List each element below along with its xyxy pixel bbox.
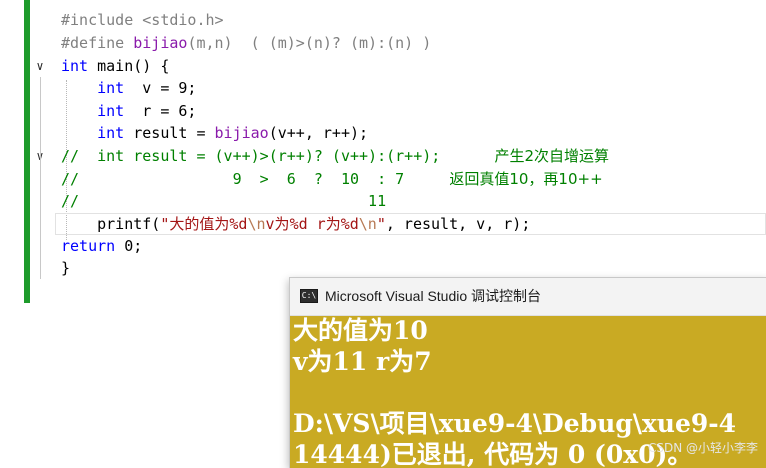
code-token: 为 — [325, 215, 341, 233]
code-line-11[interactable]: return 0; — [61, 235, 142, 257]
fold-range-line — [40, 167, 41, 207]
code-token: bijiao — [214, 124, 269, 142]
code-line-5[interactable]: int r = 6; — [61, 100, 196, 122]
code-token: int — [61, 102, 125, 120]
code-token: main() { — [88, 57, 170, 75]
code-line-2[interactable]: #define bijiao(m,n) ( (m)>(n)? (m):(n) ) — [61, 32, 431, 54]
code-token: int — [61, 79, 125, 97]
code-line-6[interactable]: int result = bijiao(v++, r++); — [61, 122, 368, 144]
code-token: 大的值为 — [169, 215, 230, 233]
code-token: %d — [229, 215, 248, 233]
code-token: int — [61, 124, 125, 142]
code-line-7[interactable]: // int result = (v++)>(r++)? (v++):(r++)… — [61, 145, 609, 167]
code-token: // 9 > 6 ? 10 : 7 — [61, 170, 450, 188]
console-app-icon: C:\ — [300, 289, 318, 303]
code-token: #define — [61, 34, 134, 52]
code-token: 为 — [274, 215, 290, 233]
code-token: 0; — [115, 237, 143, 255]
console-title: Microsoft Visual Studio 调试控制台 — [325, 288, 542, 304]
code-token: " — [376, 215, 386, 233]
code-token: \n — [358, 215, 377, 233]
code-token: v — [265, 215, 275, 233]
change-indicator-bar — [24, 0, 30, 303]
code-line-1[interactable]: #include <stdio.h> — [61, 9, 224, 31]
code-line-8[interactable]: // 9 > 6 ? 10 : 7 返回真值10，再10++ — [61, 168, 603, 190]
code-line-10[interactable]: printf("大的值为%d\nv为%d r为%d\n", result, v,… — [61, 213, 530, 235]
console-line: 大的值为10 — [293, 316, 428, 345]
code-line-9[interactable]: // 11 — [61, 190, 386, 212]
code-token: return — [61, 237, 116, 255]
code-token: %d r — [289, 215, 326, 233]
fold-chevron-icon[interactable]: ∨ — [32, 58, 48, 74]
code-line-12[interactable]: } — [61, 257, 70, 279]
code-token: (v++, r++); — [268, 124, 369, 142]
code-line-4[interactable]: int v = 9; — [61, 77, 196, 99]
code-token: (m,n) ( (m)>(n)? (m):(n) ) — [187, 34, 432, 52]
code-token: %d — [340, 215, 359, 233]
console-line: v为11 r为7 — [293, 347, 432, 376]
code-token: printf( — [61, 215, 161, 233]
code-token: 返回真值10，再10++ — [449, 170, 603, 188]
code-token: \n — [247, 215, 266, 233]
console-line: D:\VS\项目\xue9-4\Debug\xue9-4 — [293, 409, 737, 438]
console-titlebar[interactable]: C:\ Microsoft Visual Studio 调试控制台 — [290, 278, 766, 316]
code-token: r = 6; — [124, 102, 197, 120]
code-line-3[interactable]: int main() { — [61, 55, 169, 77]
console-line: 14444)已退出, 代码为 0 (0x0)。 — [293, 440, 693, 468]
code-token: // 11 — [61, 192, 387, 210]
code-token: #include <stdio.h> — [61, 11, 224, 29]
code-token: 产生2次自增运算 — [494, 147, 610, 165]
code-token: } — [61, 259, 71, 277]
code-token: result = — [124, 124, 215, 142]
code-token: v = 9; — [124, 79, 197, 97]
code-token: , result, v, r); — [385, 215, 531, 233]
csdn-watermark: CSDN @小轻小李李 — [647, 441, 758, 455]
code-token: // int result = (v++)>(r++)? (v++):(r++)… — [61, 147, 495, 165]
code-token: int — [61, 57, 89, 75]
code-token: bijiao — [133, 34, 188, 52]
